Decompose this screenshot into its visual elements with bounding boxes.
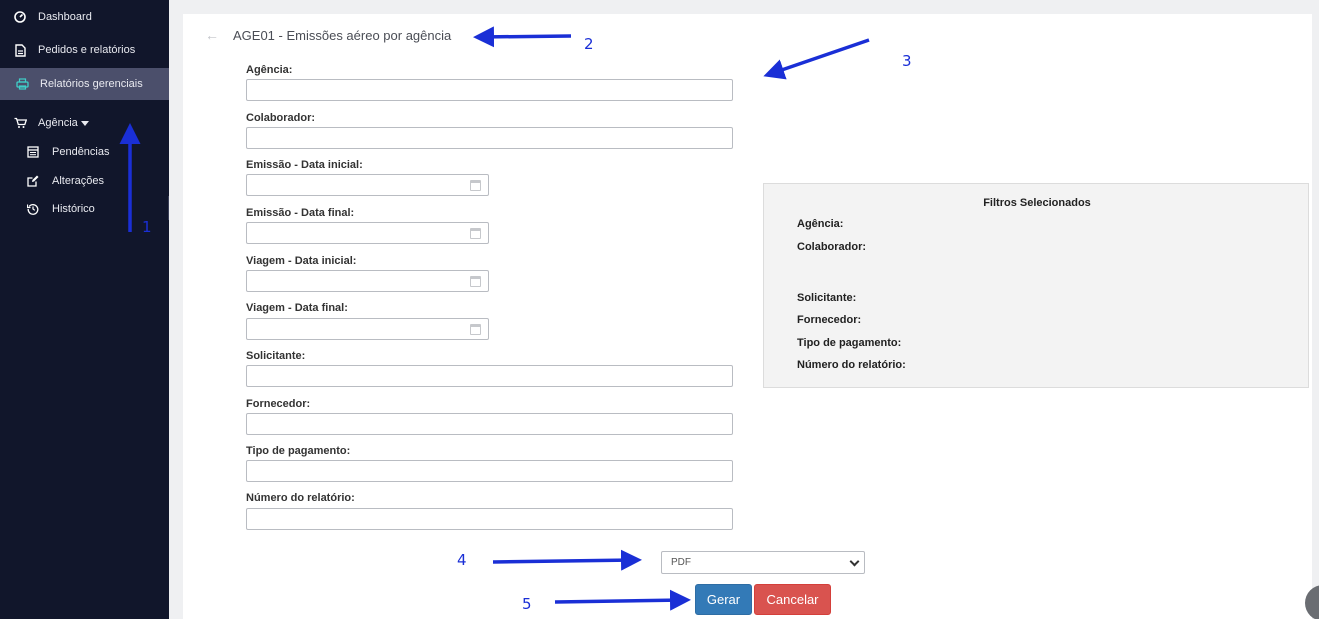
sidebar-item-label: Pendências xyxy=(52,146,110,158)
gerar-button[interactable]: Gerar xyxy=(695,584,752,615)
viagem-data-inicial-input[interactable] xyxy=(246,270,489,292)
agencia-input[interactable] xyxy=(246,79,733,101)
page-header: ← AGE01 - Emissões aéreo por agência xyxy=(205,27,451,43)
back-arrow-icon[interactable]: ← xyxy=(205,27,219,43)
fornecedor-input[interactable] xyxy=(246,413,733,435)
numero-relatorio-label: Número do relatório: xyxy=(246,492,355,504)
viagem-data-final-input[interactable] xyxy=(246,318,489,340)
calendar-icon[interactable] xyxy=(470,228,481,239)
filter-solicitante: Solicitante: xyxy=(797,292,857,304)
agencia-label: Agência: xyxy=(246,64,293,76)
sidebar-item-pedidos[interactable]: Pedidos e relatórios xyxy=(0,34,169,66)
annotation-label-4: 4 xyxy=(457,551,467,569)
colaborador-label: Colaborador: xyxy=(246,112,316,124)
emissao-data-inicial-label: Emissão - Data inicial: xyxy=(246,159,363,171)
annotation-label-3: 3 xyxy=(902,52,912,70)
tipo-pagamento-label: Tipo de pagamento: xyxy=(246,445,351,457)
emissao-data-final-input[interactable] xyxy=(246,222,489,244)
filter-agencia: Agência: xyxy=(797,218,844,230)
sidebar-item-label: Pedidos e relatórios xyxy=(38,44,136,56)
cancelar-button[interactable]: Cancelar xyxy=(754,584,831,615)
viagem-data-inicial-label: Viagem - Data inicial: xyxy=(246,255,357,267)
annotation-label-5: 5 xyxy=(522,595,532,613)
filter-fornecedor: Fornecedor: xyxy=(797,314,862,326)
edit-icon xyxy=(26,174,40,188)
selected-filters-panel: Filtros Selecionados Agência: Colaborado… xyxy=(763,183,1309,388)
sidebar-item-label: Histórico xyxy=(52,203,95,215)
solicitante-input[interactable] xyxy=(246,365,733,387)
sidebar-divider xyxy=(168,196,169,220)
sidebar-item-dashboard[interactable]: Dashboard xyxy=(0,1,169,33)
annotation-label-2: 2 xyxy=(584,35,594,53)
sidebar-subitem-pendencias[interactable]: Pendências xyxy=(0,136,169,168)
calendar-icon[interactable] xyxy=(470,276,481,287)
filter-colaborador: Colaborador: xyxy=(797,241,867,253)
numero-relatorio-input[interactable] xyxy=(246,508,733,530)
tipo-pagamento-input[interactable] xyxy=(246,460,733,482)
sidebar-item-agencia[interactable]: Agência xyxy=(0,107,169,139)
filter-tipo-pagamento: Tipo de pagamento: xyxy=(797,337,902,349)
colaborador-input[interactable] xyxy=(246,127,733,149)
fornecedor-label: Fornecedor: xyxy=(246,398,311,410)
sidebar-item-relatorios-gerenciais[interactable]: Relatórios gerenciais xyxy=(0,68,169,100)
calendar-list-icon xyxy=(26,145,40,159)
calendar-icon[interactable] xyxy=(470,324,481,335)
viagem-data-final-label: Viagem - Data final: xyxy=(246,302,348,314)
printer-icon xyxy=(15,77,29,91)
sidebar-item-label: Dashboard xyxy=(38,11,92,23)
sidebar-item-label: Relatórios gerenciais xyxy=(40,78,143,90)
chevron-down-icon xyxy=(849,556,860,567)
format-select[interactable]: PDF xyxy=(661,551,865,574)
sidebar-item-label: Agência xyxy=(38,117,78,129)
dashboard-icon xyxy=(13,10,27,24)
annotation-label-1: 1 xyxy=(142,218,152,236)
filters-title: Filtros Selecionados xyxy=(983,197,1091,209)
document-icon xyxy=(13,43,27,57)
filter-numero-relatorio: Número do relatório: xyxy=(797,359,906,371)
sidebar-item-label: Alterações xyxy=(52,175,104,187)
cart-icon xyxy=(13,116,27,130)
format-select-value: PDF xyxy=(671,557,691,568)
emissao-data-final-label: Emissão - Data final: xyxy=(246,207,355,219)
sidebar: Dashboard Pedidos e relatórios Relatório… xyxy=(0,0,169,619)
emissao-data-inicial-input[interactable] xyxy=(246,174,489,196)
history-icon xyxy=(26,202,40,216)
calendar-icon[interactable] xyxy=(470,180,481,191)
solicitante-label: Solicitante: xyxy=(246,350,306,362)
page-title: AGE01 - Emissões aéreo por agência xyxy=(233,27,452,43)
chevron-down-icon xyxy=(80,120,89,126)
